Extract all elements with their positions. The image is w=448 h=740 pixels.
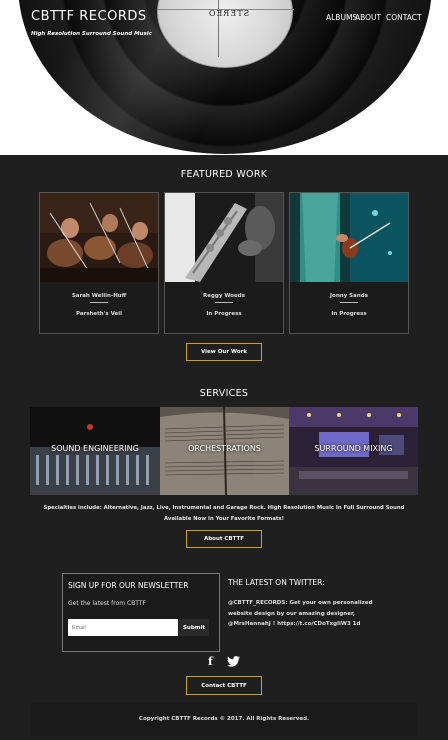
work-card-status: In Progress (331, 311, 367, 317)
service-sound-engineering[interactable]: SOUND ENGINEERING (30, 407, 160, 495)
guitarist-photo (290, 193, 408, 282)
work-card-name: Reggy Woods (203, 293, 245, 299)
newsletter-title: SIGN UP FOR OUR NEWSLETTER (68, 581, 189, 590)
brand-logo[interactable]: CBTTF RECORDS (31, 9, 147, 24)
featured-work-title: FEATURED WORK (180, 169, 268, 180)
copyright-text: Copyright CBTTF Records © 2017. All Righ… (138, 716, 310, 722)
hero-banner: STEREO CBTTF RECORDS High Resolution Sur… (0, 0, 448, 155)
work-card-divider (340, 302, 358, 303)
newsletter-subtitle: Get the latest from CBTTF (68, 600, 146, 607)
service-orchestrations[interactable]: ORCHESTRATIONS (160, 407, 289, 495)
facebook-icon[interactable]: f (208, 655, 213, 668)
work-card-divider (90, 302, 108, 303)
work-card-name: Jonny Sands (330, 293, 368, 299)
submit-button[interactable]: Submit (179, 619, 209, 636)
email-input[interactable] (68, 619, 178, 636)
work-card-status: In Progress (206, 311, 242, 317)
view-our-work-button[interactable]: View Our Work (186, 343, 262, 361)
twitter-title: THE LATEST ON TWITTER: (228, 578, 325, 587)
service-label: SURROUND MIXING (314, 444, 393, 453)
work-card-sarah[interactable]: Sarah Wellin-Huff Parsheth's Veil (39, 192, 159, 334)
service-label: SOUND ENGINEERING (51, 444, 139, 453)
work-card-jonny[interactable]: Jonny Sands In Progress (289, 192, 409, 334)
work-card-status: Parsheth's Veil (75, 311, 123, 317)
contact-cbttf-button[interactable]: Contact CBTTF (186, 676, 262, 695)
work-card-divider (215, 302, 233, 303)
saxophone-photo (165, 193, 283, 282)
record-label-text: STEREO (208, 9, 250, 18)
service-surround-mixing[interactable]: SURROUND MIXING (289, 407, 418, 495)
tweet-text[interactable]: @CBTTF_RECORDS: Get your own personalize… (228, 598, 388, 630)
work-card-name: Sarah Wellin-Huff (71, 293, 127, 299)
nav-contact[interactable]: CONTACT (386, 13, 422, 22)
specialities-text: Specialties include: Alternative, Jazz, … (43, 505, 405, 522)
brand-tagline: High Resolution Surround Sound Music (31, 31, 152, 37)
about-cbttf-button[interactable]: About CBTTF (186, 530, 262, 548)
newsletter-box: SIGN UP FOR OUR NEWSLETTER Get the lates… (62, 573, 220, 652)
nav-about[interactable]: ABOUT (355, 13, 381, 22)
footer: Copyright CBTTF Records © 2017. All Righ… (30, 703, 418, 736)
orchestra-photo (40, 193, 158, 282)
twitter-bird-icon[interactable] (227, 656, 240, 670)
services-title: SERVICES (199, 388, 249, 399)
service-label: ORCHESTRATIONS (188, 444, 261, 453)
work-card-reggy[interactable]: Reggy Woods In Progress (164, 192, 284, 334)
nav-albums[interactable]: ALBUMS (326, 13, 357, 22)
